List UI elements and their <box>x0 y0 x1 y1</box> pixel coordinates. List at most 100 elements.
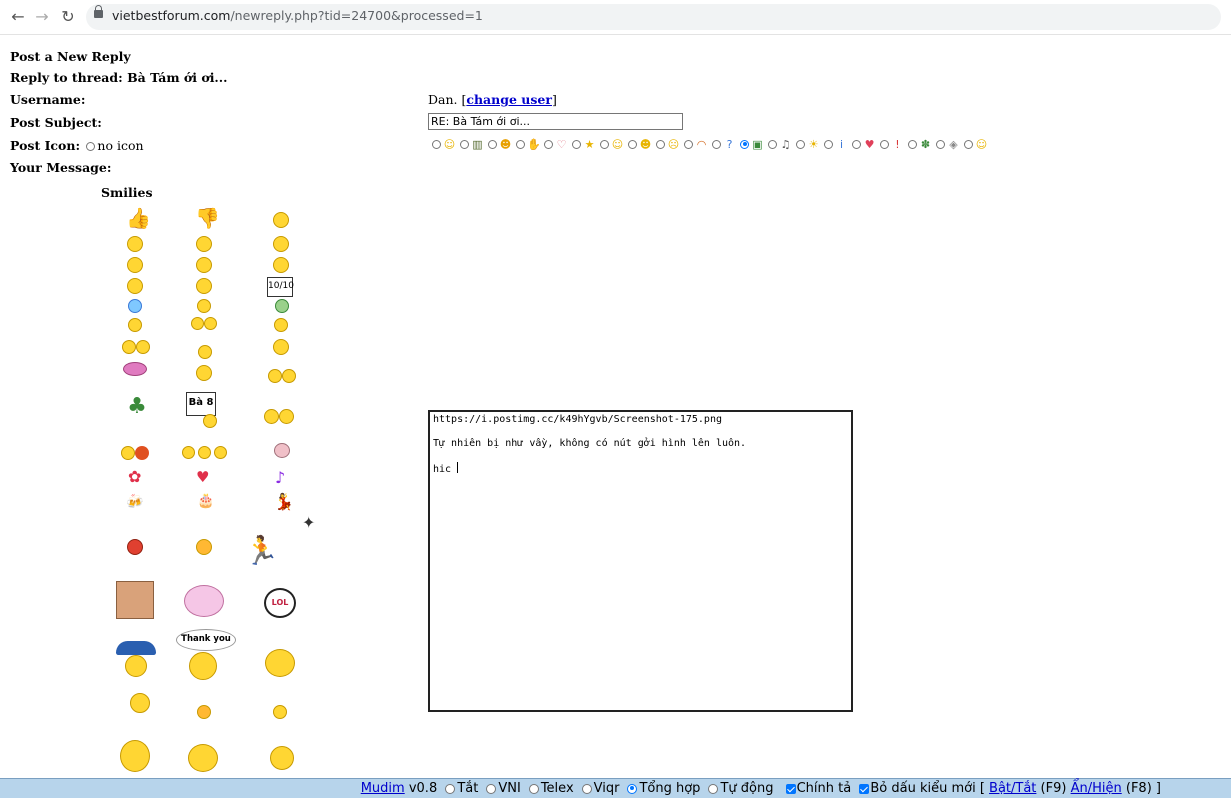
angel-smiley-icon[interactable] <box>273 257 289 273</box>
eye-roll-smiley-icon[interactable] <box>270 746 294 770</box>
subject-input[interactable]: RE: Bà Tám ới ơi... <box>428 113 683 130</box>
address-bar[interactable]: vietbestforum.com/newreply.php?tid=24700… <box>86 4 1221 30</box>
cactus-smiley-icon[interactable]: ♣ <box>126 396 148 424</box>
music-note-icon[interactable]: ♪ <box>275 470 285 486</box>
kicking-stickman-icon[interactable]: ✦ <box>302 515 315 531</box>
post-icon-option[interactable]: ✋ <box>516 138 541 151</box>
toggle-link[interactable]: Bật/Tắt <box>989 781 1036 796</box>
hiding-smiley-icon[interactable] <box>196 365 212 381</box>
post-icon-radio[interactable] <box>600 139 609 149</box>
thank-you-bubble[interactable]: Thank you <box>176 629 236 651</box>
forward-arrow-icon[interactable]: → <box>32 7 52 27</box>
thumbs-down-icon[interactable]: 👎 <box>195 208 220 228</box>
mudim-option-radio[interactable] <box>708 783 719 794</box>
mudim-option-radio[interactable] <box>627 783 638 794</box>
green-smiley-icon[interactable] <box>275 299 289 313</box>
heart-icon[interactable]: ♥ <box>196 470 209 485</box>
showhide-link[interactable]: Ẩn/Hiện <box>1071 781 1122 796</box>
post-icon-radio[interactable] <box>460 139 469 149</box>
post-icon-radio[interactable] <box>432 139 441 149</box>
mudim-link[interactable]: Mudim <box>361 781 405 796</box>
post-icon-option[interactable]: ◈ <box>936 138 960 151</box>
change-user-link[interactable]: change user <box>466 92 552 107</box>
post-icon-radio[interactable] <box>824 139 833 149</box>
post-icon-radio[interactable] <box>740 139 749 149</box>
post-icon-option[interactable]: ▥ <box>460 138 484 151</box>
blush-smiley-icon[interactable] <box>273 236 289 252</box>
post-icon-radio[interactable] <box>628 139 637 149</box>
post-icon-option[interactable]: ☺ <box>432 138 456 151</box>
newstyle-checkbox[interactable] <box>859 783 870 794</box>
flying-angel-smiley-icon[interactable] <box>265 318 297 332</box>
post-icon-option[interactable]: ☻ <box>488 138 512 151</box>
waving-smiley-icon[interactable] <box>267 705 293 719</box>
post-icon-radio[interactable] <box>516 139 525 149</box>
post-icon-option[interactable]: ☀ <box>796 138 820 151</box>
screaming-smiley-icon[interactable] <box>120 740 150 772</box>
laughing-smiley-icon[interactable] <box>127 278 143 294</box>
post-icon-option[interactable]: ♫ <box>768 138 792 151</box>
drinking-smilies-icon[interactable] <box>191 317 217 333</box>
post-icon-option[interactable]: ☹ <box>656 138 680 151</box>
tulip-icon[interactable]: ✿ <box>128 469 141 485</box>
birthday-cake-icon[interactable]: 🎂 <box>197 494 214 508</box>
mudim-option-radio[interactable] <box>486 783 497 794</box>
rolleyes-smiley-icon[interactable] <box>127 236 143 252</box>
post-icon-option[interactable]: ☺ <box>600 138 624 151</box>
umbrella-smiley-icon[interactable] <box>116 641 156 679</box>
mudim-option-radio[interactable] <box>581 783 592 794</box>
post-icon-option[interactable]: ☻ <box>628 138 652 151</box>
post-icon-option[interactable]: ☺ <box>964 138 988 151</box>
pig-smiley-icon[interactable] <box>274 443 290 458</box>
post-icon-radio[interactable] <box>684 139 693 149</box>
tongue-smiley-icon[interactable] <box>196 236 212 252</box>
post-icon-radio[interactable] <box>488 139 497 149</box>
cheerleader-icon[interactable] <box>184 585 224 617</box>
two-smilies-icon[interactable] <box>122 340 150 355</box>
post-icon-option[interactable]: ▣ <box>740 138 764 151</box>
surprised-smiley-icon[interactable] <box>196 278 212 294</box>
post-icon-radio[interactable] <box>712 139 721 149</box>
mudim-option-radio[interactable] <box>528 783 539 794</box>
post-icon-radio[interactable] <box>964 139 973 149</box>
angry-smiley-icon[interactable] <box>127 539 143 555</box>
ten-of-ten-sign-icon[interactable]: 10/10 <box>267 277 294 297</box>
reload-icon[interactable]: ↻ <box>58 7 78 27</box>
shrugging-smiley-icon[interactable] <box>188 744 218 772</box>
kissing-smilies-icon[interactable] <box>268 369 296 384</box>
happy-smiley-icon[interactable] <box>196 539 212 555</box>
post-icon-option[interactable]: ◠ <box>684 138 708 151</box>
post-icon-radio[interactable] <box>768 139 777 149</box>
post-icon-radio[interactable] <box>852 139 861 149</box>
beer-toast-icon[interactable]: 🍻 <box>126 495 143 509</box>
message-textarea[interactable]: https://i.postimg.cc/k49hYgvb/Screenshot… <box>428 410 853 712</box>
dancing-smiley-icon[interactable] <box>273 339 289 355</box>
post-icon-option[interactable]: ♥ <box>852 138 876 151</box>
back-arrow-icon[interactable]: ← <box>8 7 28 27</box>
post-icon-option[interactable]: ? <box>712 138 736 151</box>
clapping-smiley-icon[interactable] <box>192 337 218 359</box>
post-icon-option[interactable]: ♡ <box>544 138 568 151</box>
pink-smiley-icon[interactable] <box>123 362 147 376</box>
grinning-smiley-icon[interactable] <box>197 299 211 313</box>
panda-lol-icon[interactable]: LOL <box>264 588 296 618</box>
small-smiley-icon[interactable] <box>197 705 211 719</box>
post-icon-radio[interactable] <box>908 139 917 149</box>
mudim-option-radio[interactable] <box>445 783 456 794</box>
sign-holding-smiley-icon[interactable]: Bà 8 <box>186 392 216 416</box>
spellcheck-checkbox[interactable] <box>785 783 796 794</box>
no-icon-radio[interactable] <box>86 142 96 151</box>
post-icon-option[interactable]: ! <box>880 138 904 151</box>
post-icon-radio[interactable] <box>796 139 805 149</box>
confused-smiley-icon[interactable] <box>128 318 142 332</box>
post-icon-option[interactable]: ✽ <box>908 138 932 151</box>
blue-smiley-icon[interactable] <box>128 299 142 313</box>
thinking-smiley-icon[interactable] <box>265 649 295 677</box>
shocked-smiley-icon[interactable] <box>127 257 143 273</box>
post-icon-option[interactable]: i <box>824 138 848 151</box>
post-icon-radio[interactable] <box>544 139 553 149</box>
post-icon-radio[interactable] <box>880 139 889 149</box>
dancer-icon[interactable]: 💃 <box>274 494 294 510</box>
grumpy-smilies-icon[interactable] <box>263 409 295 425</box>
post-icon-option[interactable]: ★ <box>572 138 596 151</box>
